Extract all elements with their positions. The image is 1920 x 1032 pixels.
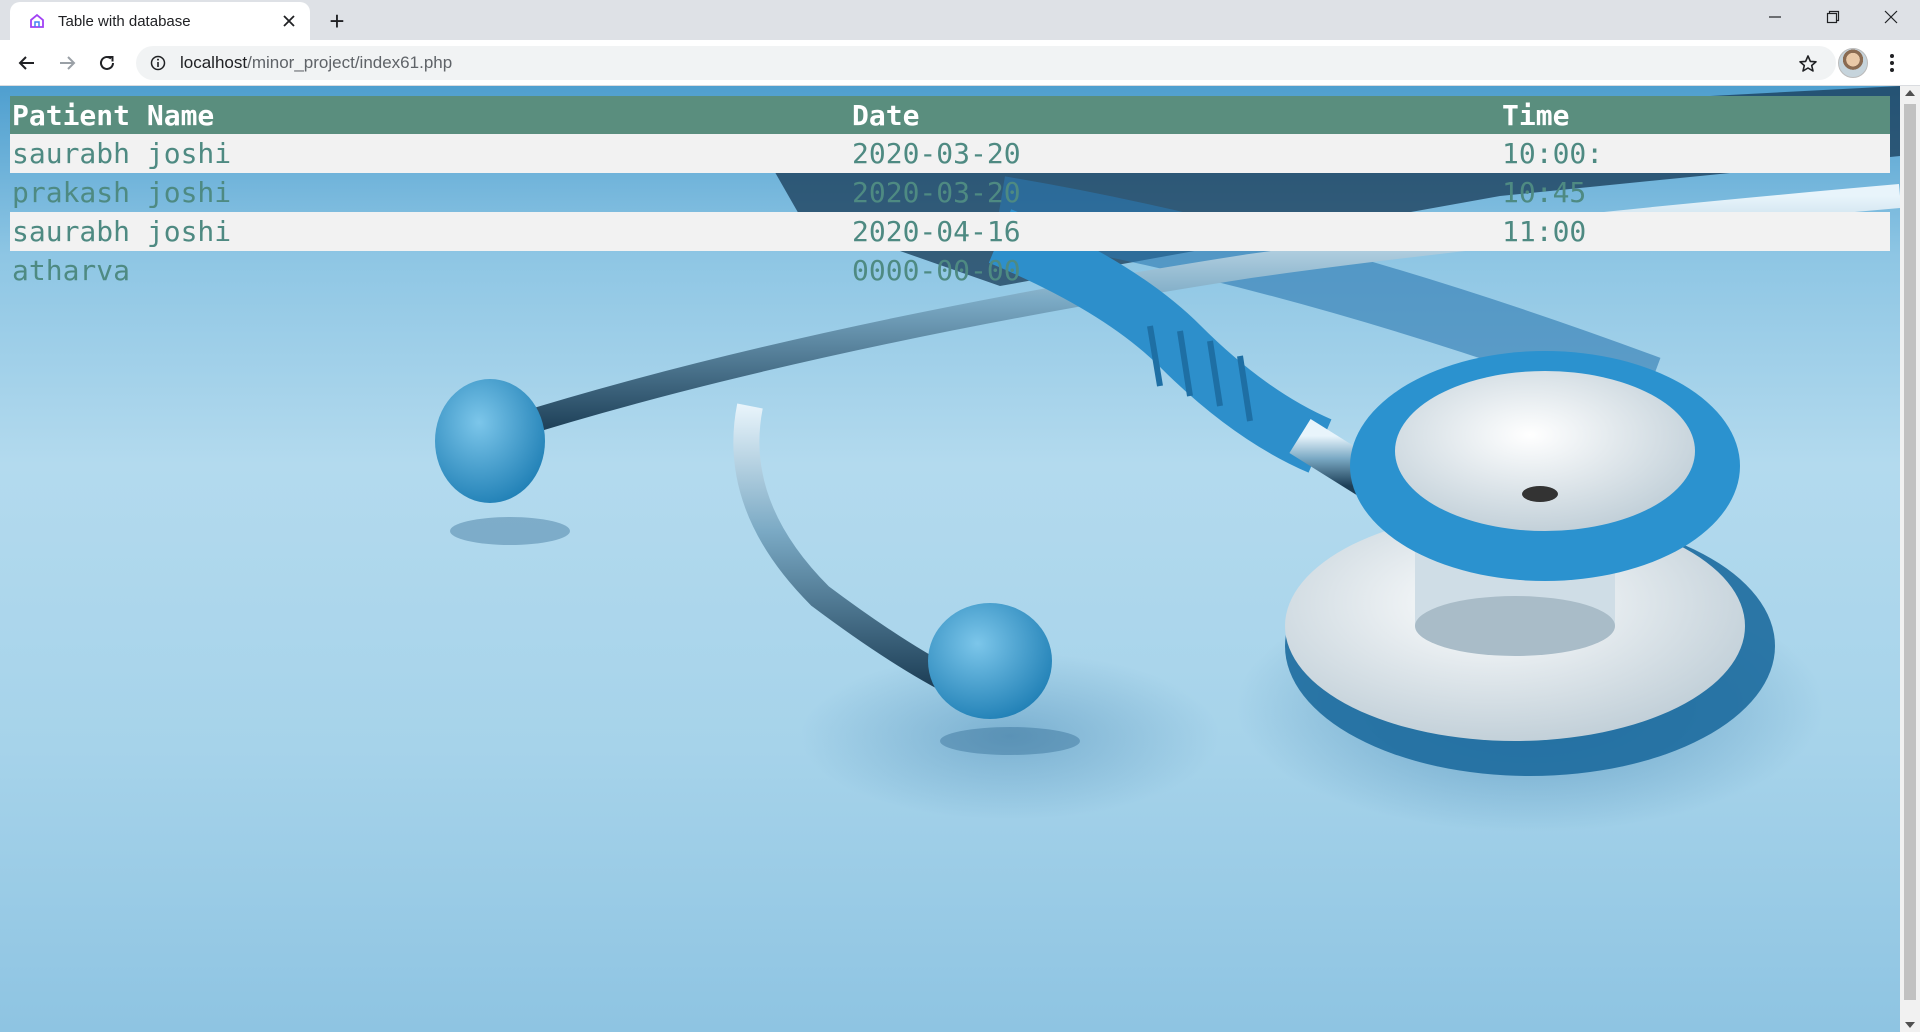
- avatar[interactable]: [1838, 48, 1868, 78]
- home-icon: [28, 12, 46, 30]
- close-tab-icon[interactable]: [278, 10, 300, 32]
- page-viewport: Patient Name Date Time saurabh joshi 202…: [0, 86, 1900, 1032]
- column-header-time: Time: [1500, 96, 1890, 134]
- table-row: saurabh joshi 2020-03-20 10:00:: [10, 134, 1890, 173]
- cell-patient-name: prakash joshi: [12, 176, 232, 209]
- table-row: prakash joshi 2020-03-20 10:45: [10, 173, 1890, 212]
- vertical-scrollbar[interactable]: [1900, 86, 1920, 1032]
- table-row: saurabh joshi 2020-04-16 11:00: [10, 212, 1890, 251]
- cell-time: [1500, 251, 1890, 290]
- back-arrow-icon[interactable]: [12, 48, 42, 78]
- appointments-table: Patient Name Date Time saurabh joshi 202…: [10, 96, 1890, 290]
- cell-date: 2020-03-20: [852, 176, 1021, 209]
- cell-date: 2020-03-20: [850, 134, 1500, 173]
- cell-patient-name: saurabh joshi: [10, 212, 850, 251]
- tab-title: Table with database: [58, 12, 191, 30]
- new-tab-button[interactable]: +: [322, 6, 352, 36]
- url-host: localhost: [180, 53, 248, 72]
- tab-strip: Table with database +: [0, 0, 1920, 40]
- minimize-icon[interactable]: [1746, 0, 1804, 34]
- cell-date: 2020-04-16: [850, 212, 1500, 251]
- forward-arrow-icon[interactable]: [52, 48, 82, 78]
- scroll-down-icon[interactable]: [1905, 1022, 1915, 1028]
- url-path: /minor_project/index61.php: [247, 53, 453, 72]
- column-header-date: Date: [850, 96, 1500, 134]
- menu-dots-icon[interactable]: [1882, 48, 1902, 78]
- url-text: localhost/minor_project/index61.php: [180, 53, 452, 73]
- scroll-up-icon[interactable]: [1905, 90, 1915, 96]
- star-icon[interactable]: [1798, 54, 1818, 74]
- reload-icon[interactable]: [92, 48, 122, 78]
- restore-icon[interactable]: [1804, 0, 1862, 34]
- browser-toolbar: localhost/minor_project/index61.php: [0, 40, 1920, 86]
- cell-time: 11:00: [1500, 212, 1890, 251]
- window-controls: [1746, 0, 1920, 34]
- cell-date: 0000-00-00: [852, 254, 1021, 287]
- cell-patient-name: saurabh joshi: [10, 134, 850, 173]
- cell-time: 10:45: [1502, 176, 1587, 209]
- browser-tab[interactable]: Table with database: [10, 2, 310, 40]
- table-row: atharva 0000-00-00: [10, 251, 1890, 290]
- close-window-icon[interactable]: [1862, 0, 1920, 34]
- address-bar[interactable]: localhost/minor_project/index61.php: [136, 46, 1836, 80]
- info-icon[interactable]: [150, 55, 166, 71]
- table-header-row: Patient Name Date Time: [10, 96, 1890, 134]
- scrollbar-thumb[interactable]: [1904, 104, 1916, 1000]
- column-header-patient-name: Patient Name: [10, 96, 850, 134]
- cell-time: 10:00:: [1500, 134, 1890, 173]
- cell-patient-name: atharva: [12, 254, 131, 287]
